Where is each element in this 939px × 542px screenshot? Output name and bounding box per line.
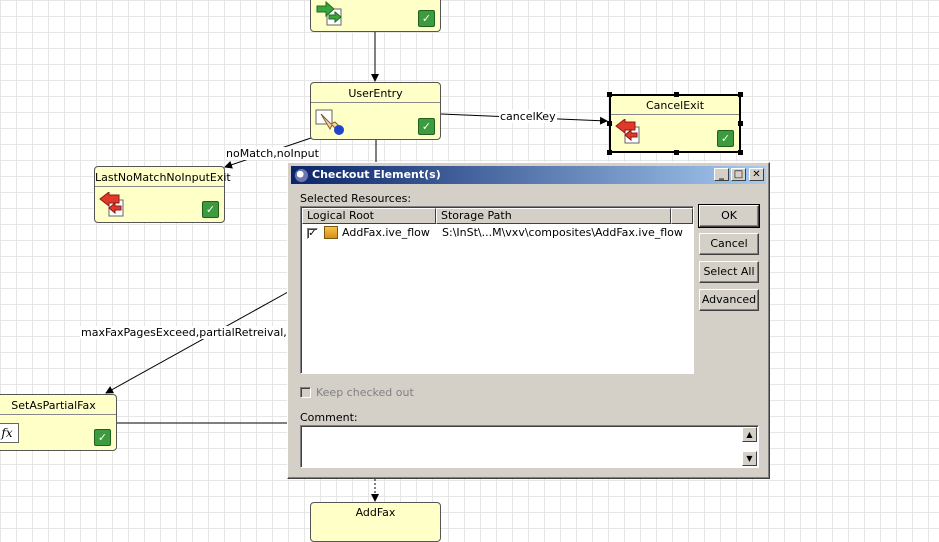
flow-node-lastnomatch[interactable]: LastNoMatchNoInputExit ✓ [94, 166, 231, 223]
keep-checked-out-label: Keep checked out [316, 386, 414, 399]
hand-pointer-icon [315, 108, 345, 136]
maximize-button[interactable]: □ [731, 168, 746, 181]
node-divider [311, 102, 440, 103]
column-header-logical-root[interactable]: Logical Root [302, 208, 436, 224]
selection-handle[interactable] [738, 121, 743, 126]
selected-resources-label: Selected Resources: [300, 192, 412, 205]
column-header-filler [671, 208, 693, 224]
resources-table[interactable]: Logical Root Storage Path ✓ AddFax.ive_f… [300, 206, 694, 374]
selection-handle[interactable] [607, 92, 612, 97]
wire-to-setpartial [105, 291, 289, 394]
green-arrow-icon [315, 0, 345, 29]
dialog-title: Checkout Element(s) [312, 168, 441, 181]
flow-node-cancelexit[interactable]: CancelExit ✓ [607, 92, 743, 155]
green-check-icon: ✓ [418, 118, 435, 135]
node-title: LastNoMatchNoInputExit [95, 171, 231, 184]
minimize-button[interactable]: _ [714, 168, 729, 181]
node-divider [0, 414, 116, 415]
cancel-button[interactable]: Cancel [699, 233, 759, 255]
selection-handle[interactable] [674, 150, 679, 155]
flow-node-top[interactable]: ✓ [310, 0, 441, 32]
selection-handle[interactable] [607, 121, 612, 126]
wire-label-cancelkey: cancelKey [499, 110, 557, 123]
eclipse-app-icon [294, 168, 309, 183]
red-arrow-exit-icon [615, 117, 645, 147]
green-check-icon: ✓ [94, 429, 111, 446]
node-title: AddFax [355, 506, 396, 519]
scroll-up-button[interactable]: ▲ [742, 427, 757, 442]
scroll-down-button[interactable]: ▼ [742, 451, 757, 466]
flow-node-setpartial[interactable]: SetAsPartialFax fx ✓ [0, 394, 117, 451]
flow-node-userentry[interactable]: UserEntry ✓ [310, 82, 441, 140]
wire-label-nomatch: noMatch,noInput [225, 147, 320, 160]
node-divider [95, 186, 224, 187]
node-title: SetAsPartialFax [11, 399, 96, 412]
comment-label: Comment: [300, 411, 358, 424]
flow-file-icon [324, 226, 338, 239]
storage-path-cell: S:\InSt\...M\vxv\composites\AddFax.ive_f… [442, 226, 683, 239]
red-arrow-exit-icon [99, 190, 129, 220]
flow-node-addfax[interactable]: AddFax [310, 502, 441, 542]
node-title: CancelExit [645, 99, 705, 112]
close-button[interactable]: ✕ [749, 168, 764, 181]
checkout-dialog: Checkout Element(s) _ □ ✕ Selected Resou… [287, 162, 770, 479]
selection-handle[interactable] [674, 92, 679, 97]
ok-button[interactable]: OK [698, 204, 760, 228]
green-check-icon: ✓ [202, 201, 219, 218]
selection-handle[interactable] [607, 150, 612, 155]
node-divider [611, 114, 739, 115]
row-checkbox[interactable]: ✓ [307, 228, 318, 239]
green-check-icon: ✓ [717, 130, 734, 147]
select-all-button[interactable]: Select All [699, 261, 759, 283]
selection-handle[interactable] [738, 92, 743, 97]
green-check-icon: ✓ [418, 10, 435, 27]
selection-handle[interactable] [738, 150, 743, 155]
keep-checked-out-checkbox[interactable] [300, 387, 311, 398]
column-header-storage-path[interactable]: Storage Path [436, 208, 671, 224]
wire-label-maxfax: maxFaxPagesExceed,partialRetreival,disco [80, 326, 289, 339]
logical-root-cell: AddFax.ive_flow [342, 226, 430, 239]
advanced-button[interactable]: Advanced [699, 289, 759, 311]
dialog-titlebar[interactable]: Checkout Element(s) _ □ ✕ [291, 166, 766, 184]
node-title: UserEntry [348, 87, 403, 100]
comment-textarea[interactable]: ▲ ▼ [300, 425, 759, 468]
function-icon: fx [0, 423, 19, 443]
